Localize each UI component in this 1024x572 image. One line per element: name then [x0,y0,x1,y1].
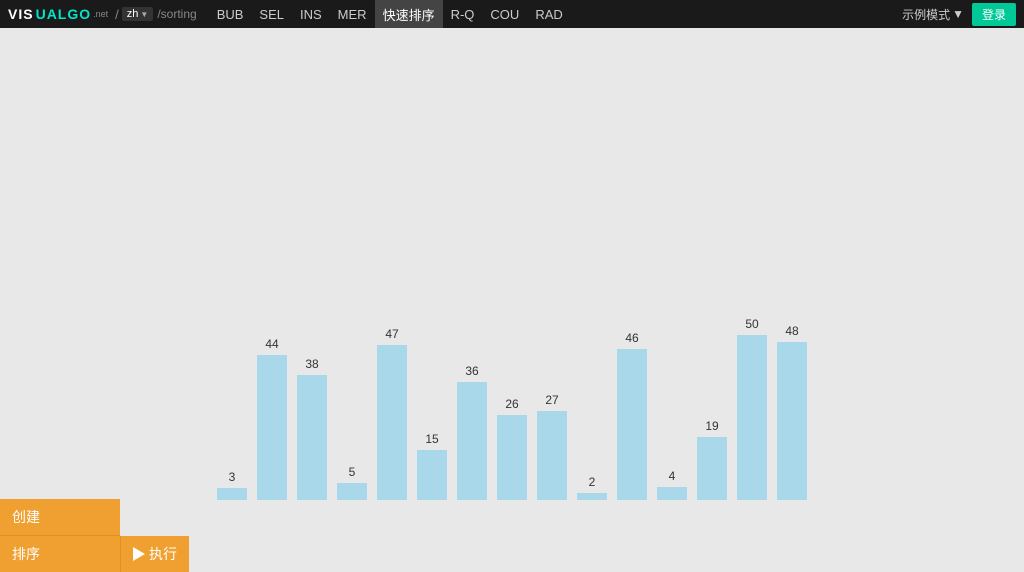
bar-label: 15 [425,432,438,446]
nav-bub[interactable]: BUB [209,0,252,28]
login-button[interactable]: 登录 [972,3,1016,26]
bar-rect [537,411,567,500]
bar-label: 19 [705,419,718,433]
bar-rect [577,493,607,500]
nav-cou[interactable]: COU [482,0,527,28]
bar-item: 26 [492,397,532,500]
nav-rad[interactable]: RAD [527,0,570,28]
bar-rect [777,342,807,500]
bar-rect [697,437,727,500]
lang-arrow: ▼ [140,10,148,19]
bar-label: 48 [785,324,798,338]
logo-net: .net [93,9,108,19]
bar-label: 50 [745,317,758,331]
bar-label: 3 [229,470,236,484]
bottom-panel: 创建 排序 [0,499,120,572]
bar-item: 4 [652,469,692,500]
nav-separator: / [115,7,119,22]
nav-mer[interactable]: MER [330,0,375,28]
run-label: 执行 [149,544,177,564]
create-button[interactable]: 创建 [0,499,120,535]
top-nav: VISUALGO.net / zh ▼ /sorting BUB SEL INS… [0,0,1024,28]
bar-item: 3 [212,470,252,500]
nav-sel[interactable]: SEL [251,0,292,28]
bar-rect [457,382,487,500]
bar-item: 36 [452,364,492,500]
bar-rect [217,488,247,500]
bar-rect [417,450,447,500]
bar-label: 46 [625,331,638,345]
bar-label: 4 [669,469,676,483]
lang-selector[interactable]: zh ▼ [122,7,154,21]
bar-rect [497,415,527,500]
bar-label: 5 [349,465,356,479]
bar-item: 2 [572,475,612,500]
bar-label: 38 [305,357,318,371]
bar-label: 27 [545,393,558,407]
demo-label: 示例模式 [902,6,950,23]
bar-item: 48 [772,324,812,500]
logo-algo: UALGO [36,6,92,22]
nav-ins[interactable]: INS [292,0,330,28]
bar-rect [657,487,687,500]
nav-path: /sorting [157,7,196,21]
bar-rect [737,335,767,500]
bar-label: 2 [589,475,596,489]
bar-label: 36 [465,364,478,378]
bar-item: 15 [412,432,452,500]
bar-rect [337,483,367,500]
run-button[interactable]: 执行 [120,536,189,572]
demo-arrow: ▼ [952,7,964,21]
nav-qsort[interactable]: 快速排序 [375,0,443,28]
lang-label: zh [127,8,139,20]
demo-mode-button[interactable]: 示例模式 ▼ [902,6,964,23]
chart-area: 3 44 38 5 47 15 36 26 27 2 46 4 19 50 48 [0,28,1024,530]
run-icon [133,547,145,561]
logo-vis: VIS [8,6,34,22]
nav-rq[interactable]: R-Q [443,0,483,28]
bar-item: 47 [372,327,412,500]
bar-rect [257,355,287,500]
bar-item: 27 [532,393,572,500]
bar-rect [297,375,327,500]
bar-label: 44 [265,337,278,351]
bar-item: 50 [732,317,772,500]
bars-container: 3 44 38 5 47 15 36 26 27 2 46 4 19 50 48 [212,280,812,500]
nav-right: 示例模式 ▼ 登录 [902,3,1016,26]
bar-label: 26 [505,397,518,411]
bar-item: 38 [292,357,332,500]
bar-item: 19 [692,419,732,500]
bar-rect [617,349,647,500]
run-btn-wrapper: 执行 [120,536,189,572]
bar-item: 44 [252,337,292,500]
bar-label: 47 [385,327,398,341]
sort-button[interactable]: 排序 [0,535,120,572]
logo: VISUALGO.net [8,6,108,22]
nav-links: BUB SEL INS MER 快速排序 R-Q COU RAD [209,0,571,28]
bar-rect [377,345,407,500]
bar-item: 5 [332,465,372,500]
bar-item: 46 [612,331,652,500]
